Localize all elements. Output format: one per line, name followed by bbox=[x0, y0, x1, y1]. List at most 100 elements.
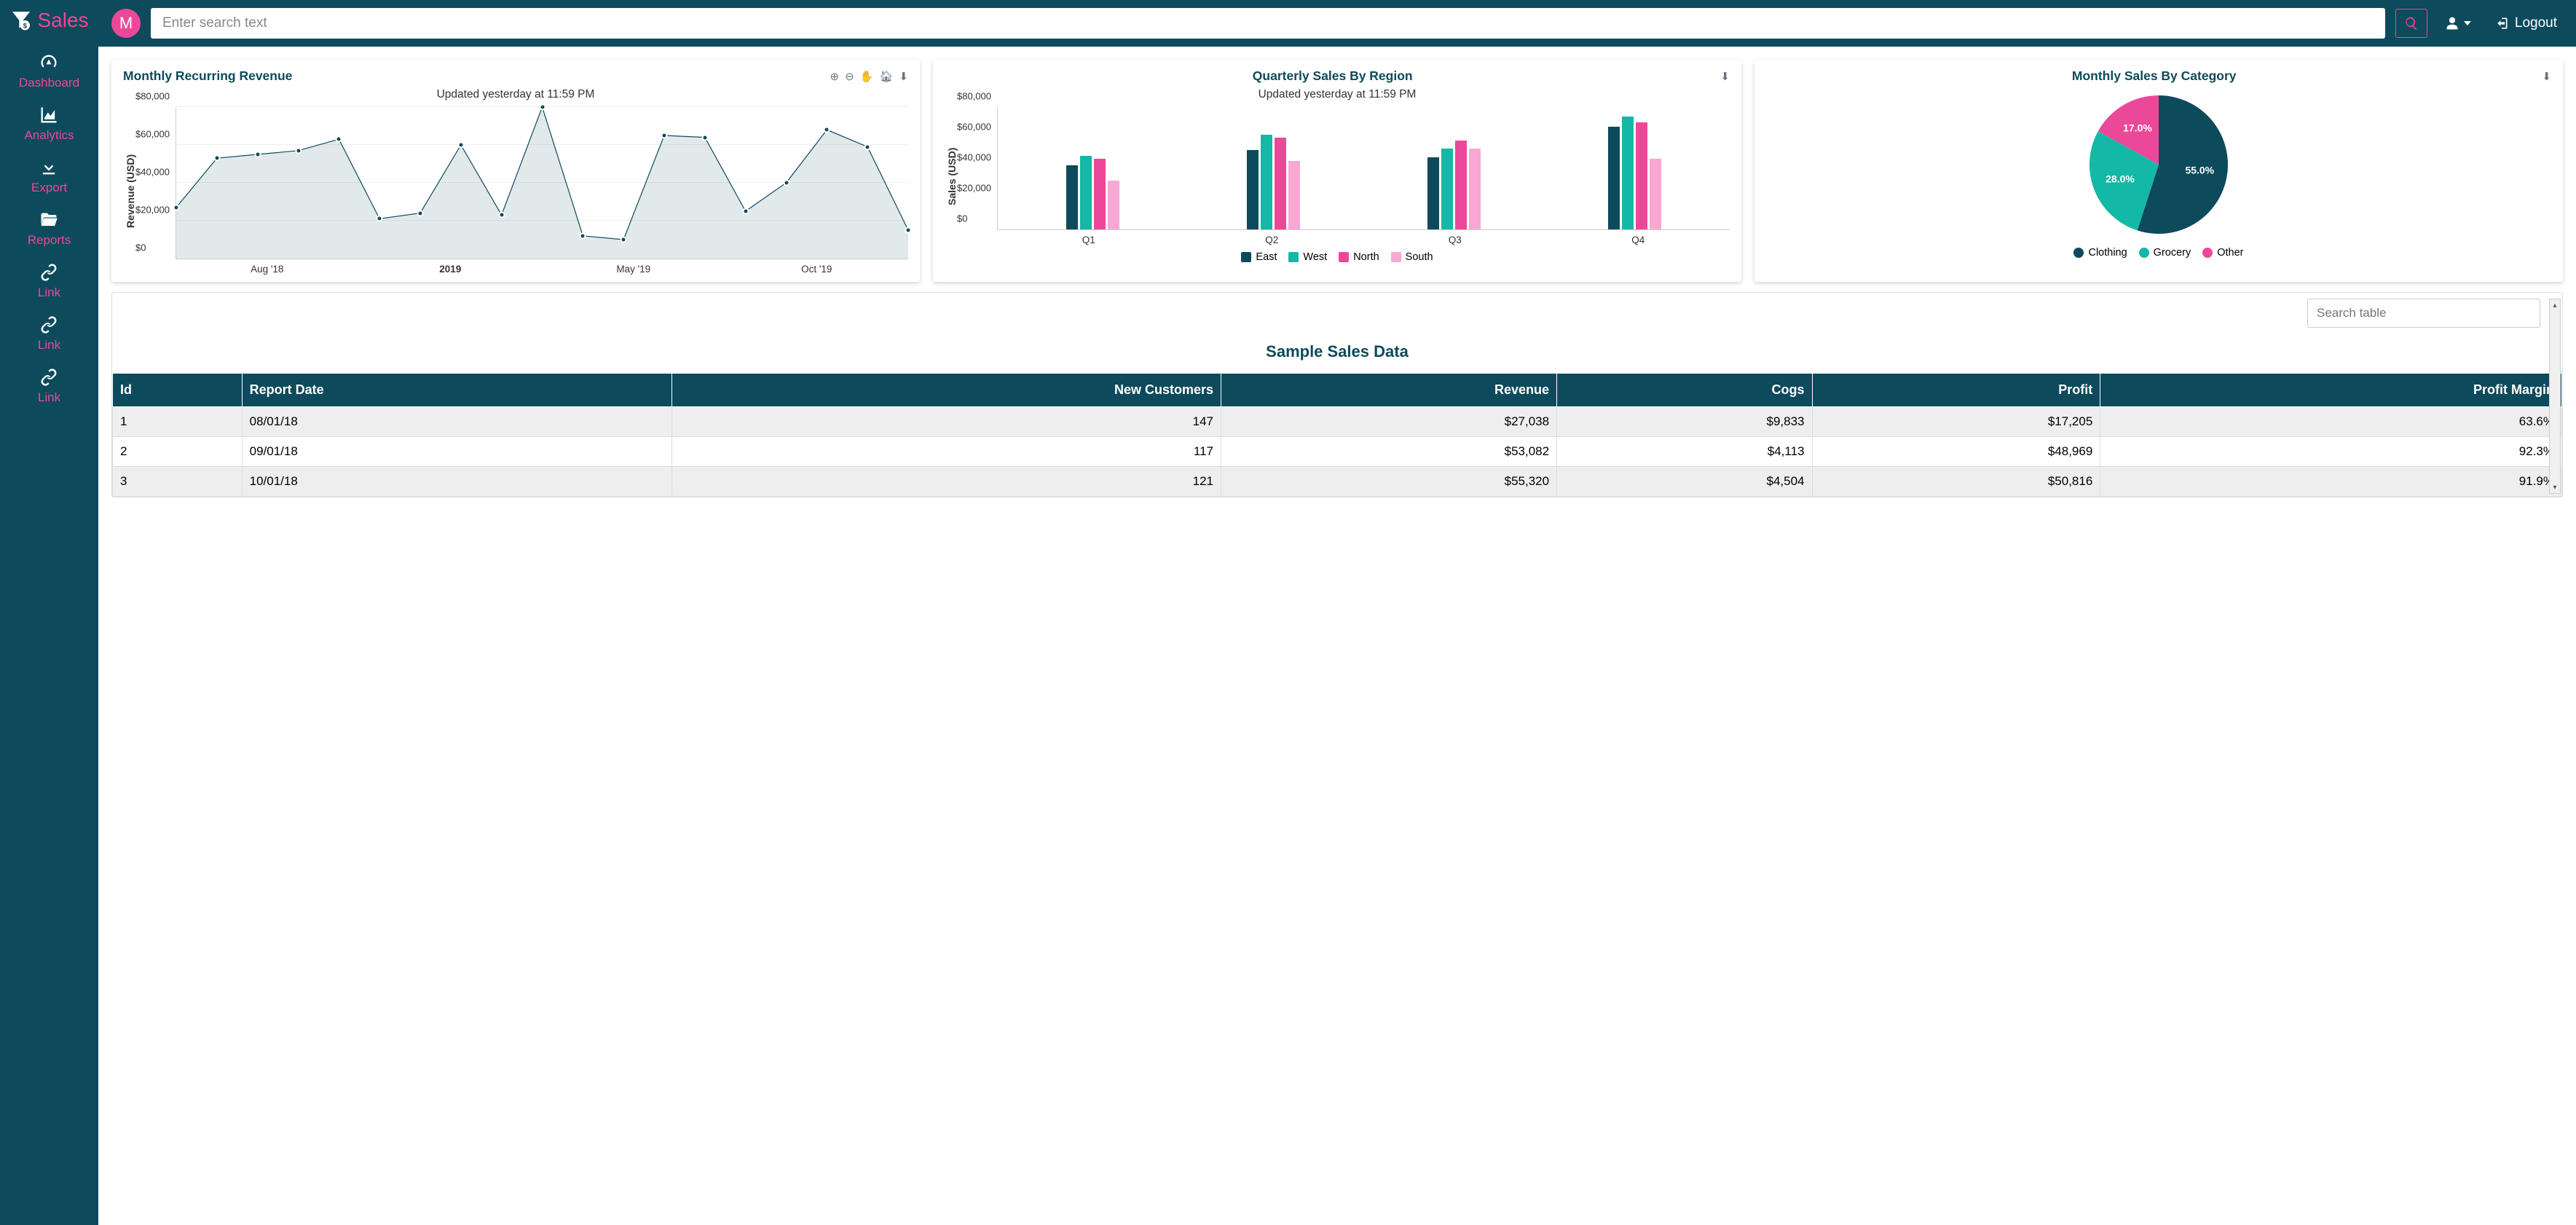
sidebar-item-link-5[interactable]: Link bbox=[19, 307, 79, 360]
legend-item[interactable]: South bbox=[1391, 251, 1433, 263]
bar[interactable] bbox=[1080, 156, 1092, 229]
legend-item[interactable]: Grocery bbox=[2139, 247, 2191, 259]
data-point[interactable] bbox=[783, 180, 789, 186]
table-section: ▴ ▾ Sample Sales Data IdReport DateNew C… bbox=[111, 292, 2563, 497]
download-icon[interactable]: ⬇︎ bbox=[1720, 70, 1730, 83]
bar[interactable] bbox=[1427, 157, 1439, 229]
sidebar-item-reports-3[interactable]: Reports bbox=[19, 202, 79, 255]
table-row[interactable]: 108/01/18147$27,038$9,833$17,20563.6% bbox=[113, 407, 2562, 437]
download-icon[interactable]: ⬇︎ bbox=[2542, 70, 2551, 83]
search-icon bbox=[2404, 16, 2419, 31]
chart-area-icon bbox=[39, 105, 59, 125]
logout-icon bbox=[2494, 16, 2509, 31]
table-cell: 117 bbox=[672, 437, 1221, 467]
link-icon bbox=[39, 315, 59, 335]
svg-text:$: $ bbox=[23, 23, 28, 30]
data-point[interactable] bbox=[417, 210, 424, 216]
legend-label: West bbox=[1303, 251, 1327, 263]
user-menu[interactable] bbox=[2438, 16, 2478, 31]
plot-regional[interactable]: $0$20,000$40,000$60,000$80,000 bbox=[997, 107, 1730, 230]
sidebar-item-export-2[interactable]: Export bbox=[19, 150, 79, 202]
legend-item[interactable]: West bbox=[1288, 251, 1327, 263]
bar[interactable] bbox=[1288, 161, 1300, 230]
avatar[interactable]: M bbox=[111, 9, 141, 38]
bar[interactable] bbox=[1650, 159, 1661, 229]
scroll-up-icon[interactable]: ▴ bbox=[2550, 299, 2560, 311]
sidebar-item-dashboard-0[interactable]: Dashboard bbox=[19, 45, 79, 98]
bar[interactable] bbox=[1455, 141, 1467, 229]
data-point[interactable] bbox=[905, 227, 912, 234]
zoom-in-icon[interactable]: ⊕ bbox=[830, 70, 840, 83]
card-toolbar-category: ⬇︎ bbox=[2542, 70, 2551, 83]
data-point[interactable] bbox=[173, 204, 180, 210]
table-header[interactable]: Profit bbox=[1812, 374, 2100, 407]
bar[interactable] bbox=[1469, 149, 1481, 229]
data-point[interactable] bbox=[295, 147, 302, 154]
sidebar-item-analytics-1[interactable]: Analytics bbox=[19, 98, 79, 150]
legend-item[interactable]: Clothing bbox=[2073, 247, 2127, 259]
legend-item[interactable]: East bbox=[1241, 251, 1277, 263]
ytick: $40,000 bbox=[957, 152, 991, 163]
table-header[interactable]: Revenue bbox=[1221, 374, 1557, 407]
bar[interactable] bbox=[1622, 117, 1634, 229]
xtick: Aug '18 bbox=[176, 264, 359, 275]
logout-button[interactable]: Logout bbox=[2489, 15, 2563, 31]
search-input[interactable] bbox=[151, 8, 2385, 39]
scroll-down-icon[interactable]: ▾ bbox=[2550, 481, 2560, 493]
brand: $ Sales bbox=[9, 9, 88, 32]
download-icon[interactable]: ⬇︎ bbox=[899, 70, 908, 83]
legend-item[interactable]: Other bbox=[2202, 247, 2243, 259]
sidebar-item-link-4[interactable]: Link bbox=[19, 255, 79, 307]
search-button[interactable] bbox=[2395, 9, 2427, 38]
data-point[interactable] bbox=[742, 208, 749, 215]
data-point[interactable] bbox=[457, 142, 464, 149]
bar[interactable] bbox=[1275, 138, 1286, 229]
data-point[interactable] bbox=[498, 212, 505, 218]
data-point[interactable] bbox=[824, 127, 830, 133]
plot-category[interactable]: 55.0%28.0%17.0% bbox=[1766, 88, 2551, 241]
legend-item[interactable]: North bbox=[1339, 251, 1379, 263]
table-row[interactable]: 310/01/18121$55,320$4,504$50,81691.9% bbox=[113, 467, 2562, 497]
plot-mrr[interactable]: $0$20,000$40,000$60,000$80,000 bbox=[176, 107, 908, 259]
bar[interactable] bbox=[1247, 150, 1259, 229]
bar[interactable] bbox=[1108, 181, 1119, 229]
table-cell: 92.3% bbox=[2100, 437, 2562, 467]
table-header[interactable]: Id bbox=[113, 374, 243, 407]
sidebar-item-label: Reports bbox=[28, 233, 71, 248]
bar[interactable] bbox=[1441, 149, 1453, 229]
home-icon[interactable]: 🏠︎ bbox=[879, 70, 893, 83]
data-point[interactable] bbox=[254, 151, 261, 158]
link-icon bbox=[39, 367, 59, 387]
table-search-input[interactable] bbox=[2307, 299, 2540, 328]
data-point[interactable] bbox=[661, 133, 668, 139]
table-header[interactable]: Report Date bbox=[242, 374, 672, 407]
data-point[interactable] bbox=[336, 136, 342, 143]
table-header[interactable]: Cogs bbox=[1557, 374, 1812, 407]
data-point[interactable] bbox=[621, 237, 627, 243]
bar[interactable] bbox=[1094, 159, 1106, 229]
bar[interactable] bbox=[1066, 165, 1078, 229]
bar[interactable] bbox=[1636, 122, 1647, 229]
topbar: M Logout bbox=[98, 0, 2576, 47]
card-title-regional: Quarterly Sales By Region bbox=[945, 68, 1720, 84]
table-header[interactable]: New Customers bbox=[672, 374, 1221, 407]
data-point[interactable] bbox=[580, 232, 586, 239]
ytick: $60,000 bbox=[957, 122, 991, 133]
table-row[interactable]: 209/01/18117$53,082$4,113$48,96992.3% bbox=[113, 437, 2562, 467]
folder-open-icon bbox=[39, 210, 59, 230]
sidebar-item-link-6[interactable]: Link bbox=[19, 360, 79, 412]
ytick: $20,000 bbox=[135, 205, 170, 216]
data-point[interactable] bbox=[213, 155, 220, 162]
data-point[interactable] bbox=[701, 134, 708, 141]
table-header[interactable]: Profit Margin bbox=[2100, 374, 2562, 407]
card-title-category: Monthly Sales By Category bbox=[1766, 68, 2542, 84]
bar[interactable] bbox=[1608, 127, 1620, 229]
data-point[interactable] bbox=[377, 216, 383, 222]
zoom-out-icon[interactable]: ⊖ bbox=[845, 70, 854, 83]
scrollbar[interactable]: ▴ ▾ bbox=[2549, 299, 2561, 494]
bar[interactable] bbox=[1261, 135, 1272, 229]
data-point[interactable] bbox=[539, 104, 545, 111]
sidebar-item-label: Link bbox=[38, 285, 60, 300]
data-point[interactable] bbox=[864, 143, 871, 150]
pan-icon[interactable]: ✋ bbox=[860, 70, 874, 83]
